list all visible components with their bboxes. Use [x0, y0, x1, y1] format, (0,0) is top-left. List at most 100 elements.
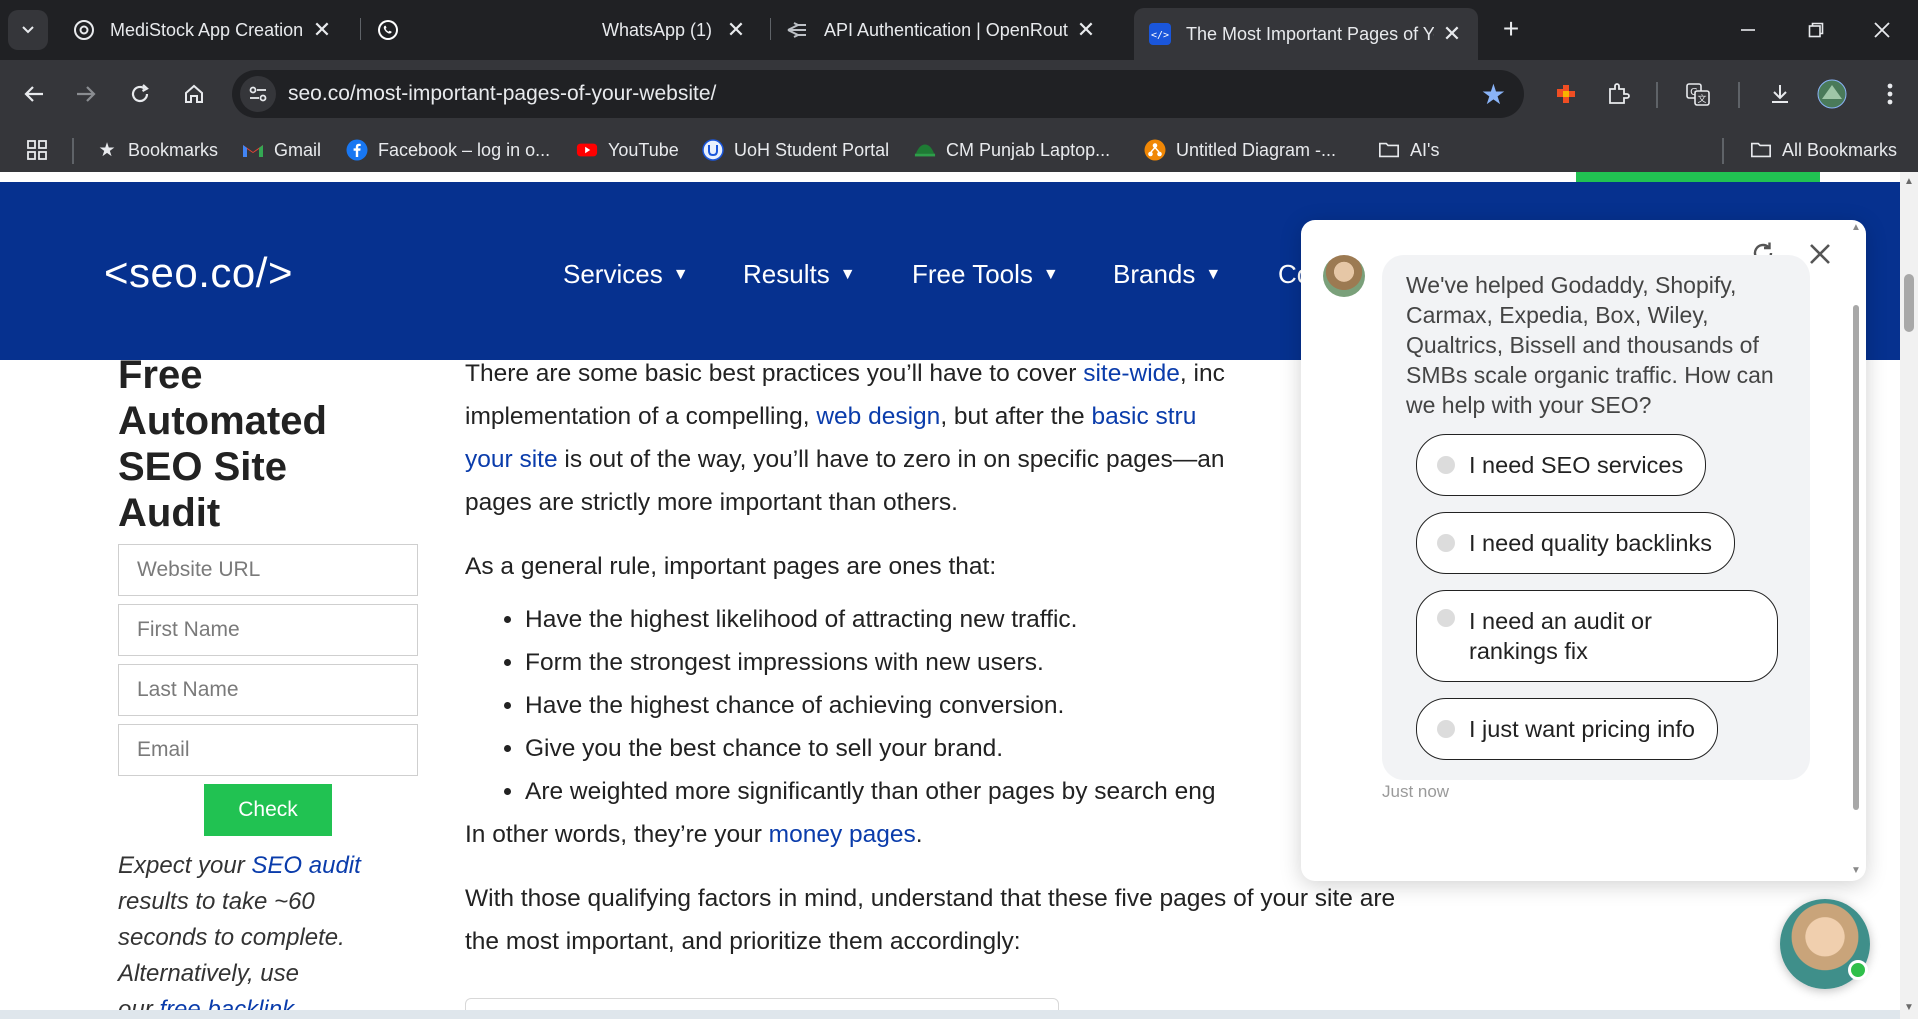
message-timestamp: Just now	[1382, 782, 1450, 801]
close-window-button[interactable]	[1852, 8, 1912, 52]
close-tab-icon[interactable]: ✕	[1440, 21, 1464, 47]
nav-label: Brands	[1113, 259, 1196, 289]
tab-medistock[interactable]: MediStock App Creation ✕	[58, 8, 348, 52]
header-cta-button[interactable]	[1576, 172, 1820, 182]
site-info-button[interactable]	[240, 76, 276, 112]
bookmark-label: YouTube	[608, 139, 679, 160]
close-tab-icon[interactable]: ✕	[310, 17, 334, 43]
bookmark-youtube[interactable]: YouTube	[576, 136, 679, 164]
status-strip	[0, 1010, 1900, 1019]
toolbar-divider	[1656, 82, 1658, 108]
all-bookmarks-button[interactable]: All Bookmarks	[1750, 136, 1897, 164]
close-icon	[1874, 22, 1890, 38]
option-label: I need SEO services	[1469, 452, 1684, 478]
address-bar[interactable]: seo.co/most-important-pages-of-your-webs…	[232, 70, 1524, 118]
download-icon[interactable]	[1760, 74, 1800, 114]
nav-brands[interactable]: Brands ▼	[1113, 259, 1221, 290]
caret-down-icon: ▼	[1042, 265, 1059, 283]
tab-seo-co-active[interactable]: </> The Most Important Pages of Yo ✕	[1134, 8, 1478, 60]
restore-button[interactable]	[1786, 8, 1846, 52]
site-wide-link[interactable]: site-wide	[1083, 360, 1180, 387]
restore-icon	[1808, 22, 1824, 38]
option-quality-backlinks[interactable]: I need quality backlinks	[1416, 512, 1735, 574]
tab-divider	[360, 18, 361, 40]
chat-scroll-down-icon[interactable]: ▼	[1851, 865, 1861, 876]
article-paragraph: As a general rule, important pages are o…	[465, 553, 997, 580]
bookmark-cm-punjab[interactable]: CM Punjab Laptop...	[914, 136, 1110, 164]
seo-audit-link[interactable]: SEO audit	[251, 852, 360, 879]
svg-text:</>: </>	[1151, 30, 1169, 41]
option-audit-rankings[interactable]: I need an audit or rankings fix	[1416, 590, 1778, 682]
email-field[interactable]: Email	[118, 724, 418, 776]
extensions-icon[interactable]	[1598, 74, 1638, 114]
reload-button[interactable]	[120, 74, 160, 114]
scroll-down-arrow-icon[interactable]: ▼	[1903, 1002, 1915, 1014]
profile-avatar[interactable]	[1812, 74, 1852, 114]
nav-services[interactable]: Services ▼	[563, 259, 689, 290]
paragraph-text: .	[915, 821, 923, 848]
code-icon: </>	[1148, 22, 1172, 46]
nav-free-tools[interactable]: Free Tools ▼	[912, 259, 1059, 290]
forward-button[interactable]	[66, 74, 106, 114]
caret-down-icon: ▼	[839, 265, 856, 283]
back-button[interactable]	[14, 74, 54, 114]
bookmark-folder-ais[interactable]: AI's	[1378, 136, 1439, 164]
site-logo[interactable]: <seo.co/>	[104, 249, 293, 297]
tab-openrouter[interactable]: API Authentication | OpenRoute ✕	[772, 8, 1112, 52]
agent-avatar	[1323, 255, 1365, 297]
last-name-field[interactable]: Last Name	[118, 664, 418, 716]
tab-strip: MediStock App Creation ✕ WhatsApp (1) ✕ …	[0, 0, 1918, 60]
basic-structure-link[interactable]: basic stru	[1092, 403, 1197, 430]
bookmark-untitled-diagram[interactable]: Untitled Diagram -...	[1144, 136, 1336, 164]
tab-search-button[interactable]	[8, 10, 48, 50]
chat-scroll-up-icon[interactable]: ▲	[1851, 222, 1861, 233]
web-design-link[interactable]: web design	[816, 403, 940, 430]
minimize-button[interactable]	[1718, 8, 1778, 52]
website-url-field[interactable]: Website URL	[118, 544, 418, 596]
money-pages-link[interactable]: money pages	[769, 821, 916, 848]
laptop-icon	[914, 139, 936, 161]
bookmark-facebook[interactable]: Facebook – log in o...	[346, 136, 550, 164]
bookmark-uoh-portal[interactable]: UoH Student Portal	[702, 136, 889, 164]
apps-grid-icon[interactable]	[26, 136, 48, 164]
your-site-link[interactable]: your site	[465, 446, 558, 473]
list-item: Are weighted more significantly than oth…	[525, 770, 1425, 813]
bookmark-gmail[interactable]: Gmail	[242, 136, 321, 164]
radio-dot-icon	[1437, 720, 1455, 738]
new-tab-button[interactable]: +	[1494, 12, 1528, 46]
tab-title: API Authentication | OpenRoute	[824, 19, 1068, 40]
nav-results[interactable]: Results ▼	[743, 259, 856, 290]
first-name-field[interactable]: First Name	[118, 604, 418, 656]
chat-scrollbar-thumb[interactable]	[1853, 305, 1859, 810]
close-tab-icon[interactable]: ✕	[1074, 17, 1098, 43]
toolbar-divider	[1738, 82, 1740, 108]
home-icon	[185, 84, 203, 103]
chat-close-button[interactable]	[1803, 238, 1837, 272]
scroll-up-arrow-icon[interactable]: ▲	[1903, 176, 1915, 188]
tab-title: MediStock App Creation	[110, 19, 304, 40]
page-scrollbar[interactable]: ▲ ▼	[1900, 172, 1918, 1019]
list-item: Have the highest likelihood of attractin…	[525, 598, 1425, 641]
list-item: Give you the best chance to sell your br…	[525, 727, 1425, 770]
folder-icon	[1378, 139, 1400, 161]
home-button[interactable]	[174, 74, 214, 114]
bookmark-bookmarks[interactable]: ★ Bookmarks	[96, 136, 218, 164]
bookmarks-bar: ★ Bookmarks Gmail Facebook – log in o...…	[0, 128, 1918, 172]
openai-icon	[72, 18, 96, 42]
close-tab-icon[interactable]: ✕	[724, 17, 748, 43]
radio-dot-icon	[1437, 534, 1455, 552]
translate-icon[interactable]: G文	[1678, 74, 1718, 114]
bookmark-label: Bookmarks	[128, 139, 219, 160]
tab-whatsapp[interactable]: WhatsApp (1) ✕	[362, 8, 762, 52]
check-button[interactable]: Check	[204, 784, 332, 836]
audit-sidebar: Free Automated SEO Site Audit Website UR…	[118, 352, 438, 1019]
extension-puzzle-color-icon[interactable]	[1546, 74, 1586, 114]
bookmark-star-icon[interactable]: ★	[1481, 78, 1506, 111]
more-menu-icon[interactable]	[1870, 74, 1910, 114]
option-seo-services[interactable]: I need SEO services	[1416, 434, 1707, 496]
scrollbar-thumb[interactable]	[1904, 274, 1914, 332]
url-text: seo.co/most-important-pages-of-your-webs…	[288, 82, 717, 105]
option-label: I just want pricing info	[1469, 716, 1695, 742]
option-pricing-info[interactable]: I just want pricing info	[1416, 698, 1718, 760]
bookmark-label: Facebook – log in o...	[378, 139, 551, 160]
